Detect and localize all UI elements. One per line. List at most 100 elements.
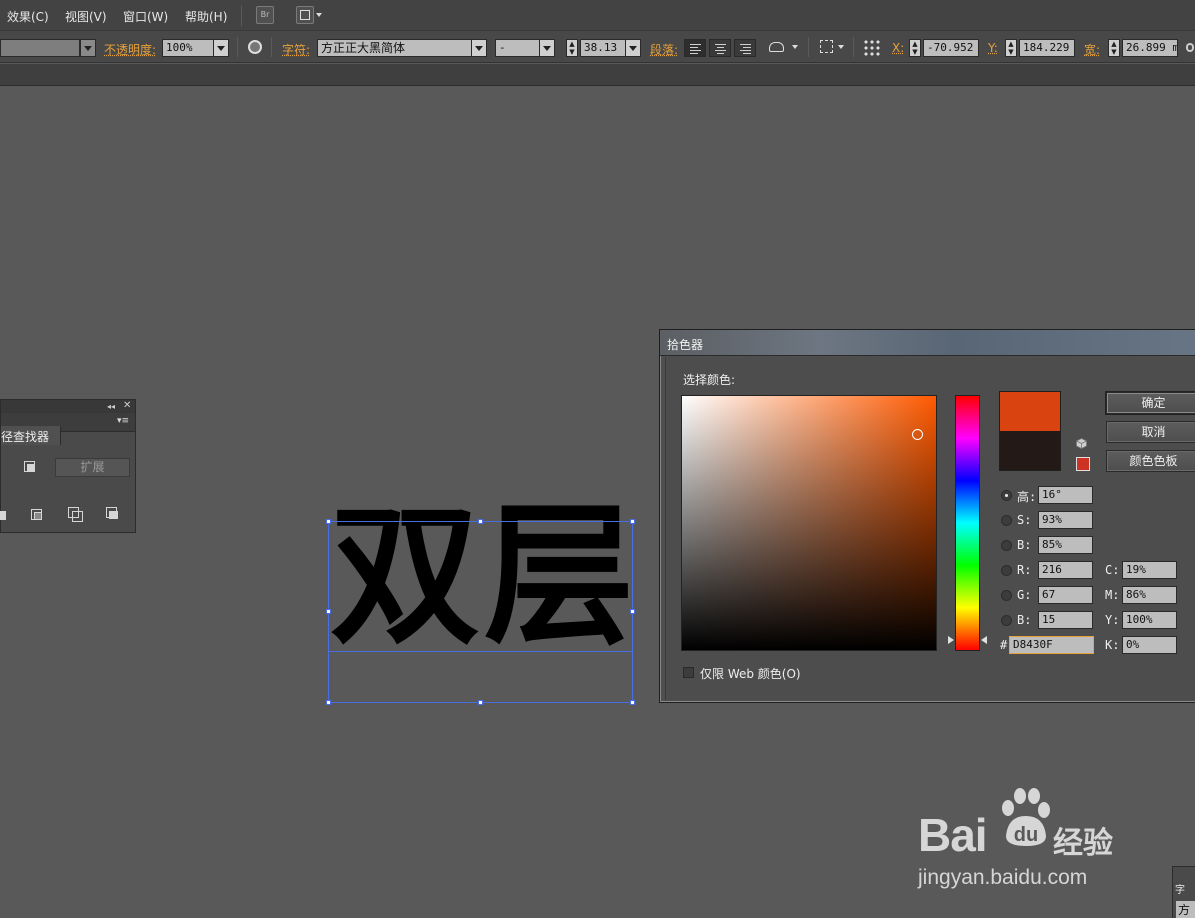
web-colors-only-label[interactable]: 仅限 Web 颜色(O) [700,665,801,682]
cyan-input[interactable]: 19% [1122,561,1177,579]
recolor-icon[interactable] [248,40,262,54]
blue-radio[interactable] [1001,615,1012,626]
resize-handle[interactable] [478,700,483,705]
hue-slider[interactable] [955,395,980,651]
green-radio[interactable] [1001,590,1012,601]
y-label[interactable]: Y: [988,41,998,55]
menu-window[interactable]: 窗口(W) [123,8,168,25]
menu-separator [241,6,242,26]
baidu-jingyan-watermark: Bai du 经验 jingyan.baidu.com [918,788,1138,898]
width-input[interactable]: 26.899 mi [1122,39,1178,57]
web-safe-color-swatch[interactable] [1076,457,1090,471]
font-style-dropdown[interactable] [539,39,555,57]
tab-pathfinder[interactable]: 路径查找器 [1,426,61,445]
brightness-radio[interactable] [1001,540,1012,551]
ctrl-separator [853,37,854,57]
bridge-button[interactable]: Br [256,6,274,24]
resize-handle[interactable] [630,700,635,705]
arrange-documents-button[interactable] [296,6,314,24]
width-stepper[interactable]: ▲ ▼ [1108,39,1120,57]
black-input[interactable]: 0% [1122,636,1177,654]
x-label[interactable]: X: [892,41,904,55]
pathfinder-panel: ◂◂ ✕ 路径查找器 ▾≡ 扩展 [0,399,136,533]
style-field[interactable] [0,39,80,57]
hue-slider-left-arrow[interactable] [948,636,954,644]
chevron-down-icon[interactable] [792,45,798,49]
ctrl-separator [808,37,809,57]
cancel-button[interactable]: 取消 [1106,421,1195,443]
collapse-icon[interactable]: ◂◂ [107,402,115,411]
chevron-down-icon[interactable] [838,45,844,49]
character-label[interactable]: 字符: [282,41,310,58]
pathfinder-panel-header[interactable]: ◂◂ ✕ [1,400,135,413]
opacity-input[interactable]: 100% [162,39,214,57]
new-color-swatch [999,391,1061,431]
expand-button[interactable]: 扩展 [55,458,130,477]
y-stepper[interactable]: ▲ ▼ [1005,39,1017,57]
chevron-down-icon[interactable] [316,13,322,17]
envelope-warp-icon[interactable] [769,42,784,52]
dialog-title-bar[interactable]: 拾色器 [660,330,1195,356]
opacity-label[interactable]: 不透明度: [104,41,156,58]
font-style-input[interactable]: - [495,39,540,57]
color-swatches-button[interactable]: 颜色色板 [1106,450,1195,472]
menu-help[interactable]: 帮助(H) [185,8,227,25]
transform-reference-icon[interactable] [820,40,833,53]
red-radio[interactable] [1001,565,1012,576]
x-input[interactable]: -70.952 r [923,39,979,57]
illustrator-window: 效果(C) 视图(V) 窗口(W) 帮助(H) Br 不透明度: 100% 字符… [0,0,1195,918]
pathfinder-tab-bar: 路径查找器 ▾≡ [1,413,135,445]
yellow-input[interactable]: 100% [1122,611,1177,629]
saturation-radio[interactable] [1001,515,1012,526]
style-dropdown[interactable] [80,39,96,57]
hue-input[interactable]: 16° [1038,486,1093,504]
saturation-brightness-field[interactable] [681,395,937,651]
mini-panel-field[interactable]: 方 [1176,901,1195,918]
selection-bounding-box[interactable] [328,521,633,703]
font-family-dropdown[interactable] [471,39,487,57]
font-size-dropdown[interactable] [625,39,641,57]
close-icon[interactable]: ✕ [123,400,131,411]
align-right-button[interactable] [734,39,756,57]
resize-handle[interactable] [326,519,331,524]
red-input[interactable]: 216 [1038,561,1093,579]
resize-handle[interactable] [630,609,635,614]
resize-handle[interactable] [478,519,483,524]
out-of-web-gamut-icon[interactable] [1076,438,1087,449]
saturation-input[interactable]: 93% [1038,511,1093,529]
hue-slider-right-arrow[interactable] [981,636,987,644]
green-input[interactable]: 67 [1038,586,1093,604]
x-stepper[interactable]: ▲ ▼ [909,39,921,57]
hex-input[interactable]: D8430F [1009,636,1094,654]
reference-point-grid-icon[interactable] [863,39,880,56]
paw-logo-icon: du [998,788,1050,850]
resize-handle[interactable] [326,609,331,614]
y-input[interactable]: 184.229 r [1019,39,1075,57]
font-size-stepper[interactable]: ▲ ▼ [566,39,578,57]
align-left-button[interactable] [684,39,706,57]
menu-effect[interactable]: 效果(C) [7,8,49,25]
text-baseline [328,651,633,652]
mini-panel-label[interactable]: 字 [1175,881,1185,896]
current-color-swatch[interactable] [999,431,1061,471]
magenta-input[interactable]: 86% [1122,586,1177,604]
hue-radio[interactable] [1001,490,1012,501]
font-size-input[interactable]: 38.13 [580,39,626,57]
menu-bar: 效果(C) 视图(V) 窗口(W) 帮助(H) Br [0,0,1195,31]
brightness-input[interactable]: 85% [1038,536,1093,554]
opacity-dropdown[interactable] [213,39,229,57]
web-colors-only-checkbox[interactable] [683,667,694,678]
ctrl-separator [271,37,272,57]
blue-input[interactable]: 15 [1038,611,1093,629]
color-picker-ring[interactable] [912,429,923,440]
ok-button[interactable]: 确定 [1106,392,1195,414]
panel-menu-icon[interactable]: ▾≡ [117,416,129,426]
font-family-input[interactable]: 方正正大黑简体 [317,39,472,57]
link-icon[interactable] [1186,43,1194,52]
menu-view[interactable]: 视图(V) [65,8,107,25]
resize-handle[interactable] [326,700,331,705]
paragraph-label[interactable]: 段落: [650,41,678,58]
align-center-button[interactable] [709,39,731,57]
width-label[interactable]: 宽: [1084,41,1100,58]
resize-handle[interactable] [630,519,635,524]
